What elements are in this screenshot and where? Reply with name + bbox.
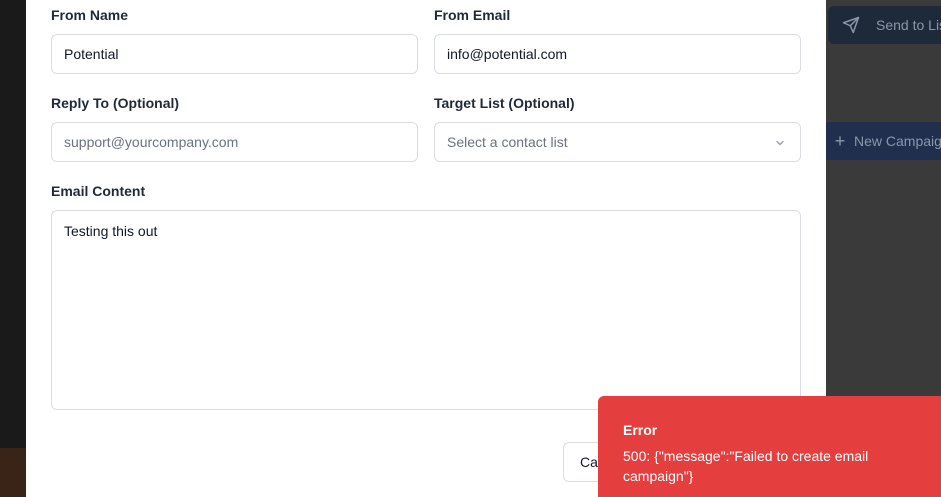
error-toast[interactable]: Error 500: {"message":"Failed to create …: [598, 396, 941, 497]
target-list-label: Target List (Optional): [434, 95, 575, 111]
toast-message: 500: {"message":"Failed to create email …: [623, 448, 869, 484]
toast-title: Error: [623, 422, 658, 438]
target-list-select[interactable]: Select a contact list: [434, 122, 801, 162]
target-list-placeholder: Select a contact list: [447, 134, 568, 150]
plus-icon: +: [834, 130, 846, 151]
email-content-textarea[interactable]: Testing this out: [51, 210, 801, 410]
new-campaign-label: New Campaign: [854, 133, 941, 149]
backdrop-bottom-left-panel: [0, 448, 26, 497]
reply-to-input[interactable]: support@yourcompany.com: [51, 122, 418, 162]
from-email-input[interactable]: info@potential.com: [434, 34, 801, 74]
send-to-list-button: Send to List: [828, 6, 941, 44]
from-name-label: From Name: [51, 7, 129, 23]
chevron-down-icon: [776, 140, 784, 146]
send-icon: [842, 16, 860, 34]
from-name-input[interactable]: Potential: [51, 34, 418, 74]
reply-to-label: Reply To (Optional): [51, 95, 180, 111]
from-email-label: From Email: [434, 7, 511, 23]
email-content-label: Email Content: [51, 183, 146, 199]
send-to-list-label: Send to List: [876, 17, 941, 33]
new-campaign-button: + New Campaign: [826, 122, 941, 160]
